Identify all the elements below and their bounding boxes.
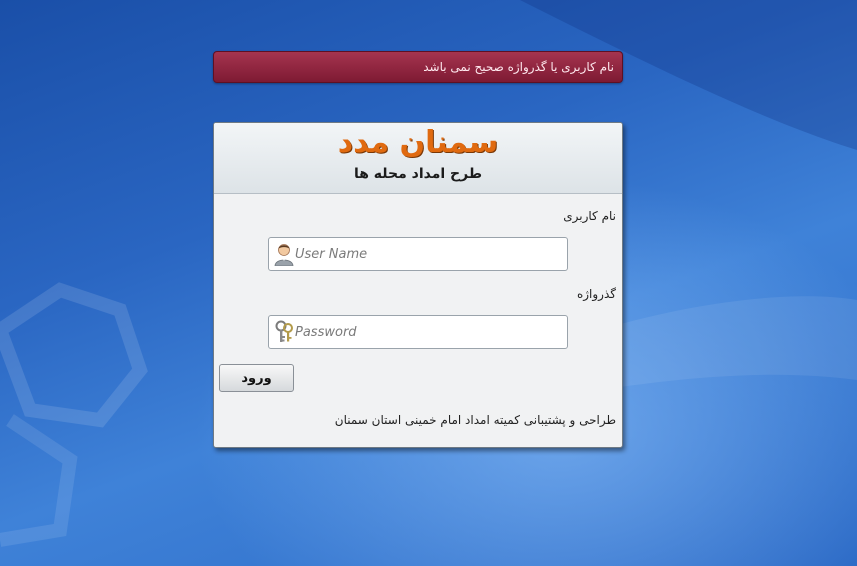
error-message-bar: نام کاربری یا گذرواژه صحیح نمی باشد: [213, 51, 623, 83]
username-field[interactable]: [268, 237, 568, 271]
keys-icon: [275, 320, 293, 342]
password-input[interactable]: [295, 316, 561, 348]
user-icon: [274, 244, 294, 266]
page-title: طرح امداد محله ها: [353, 166, 483, 182]
login-panel: سمنان مدد طرح امداد محله ها نام کاربری گ…: [213, 122, 623, 448]
logo: سمنان مدد: [337, 125, 499, 160]
error-message-text: نام کاربری یا گذرواژه صحیح نمی باشد: [423, 60, 614, 74]
password-label: گذرواژه: [576, 287, 616, 301]
password-field[interactable]: [268, 315, 568, 349]
login-button[interactable]: ورود: [219, 364, 294, 392]
username-label: نام کاربری: [563, 209, 616, 223]
footer-credit: طراحی و پشتیبانی کمیته امداد امام خمینی …: [334, 413, 616, 427]
panel-header: سمنان مدد طرح امداد محله ها: [214, 123, 622, 194]
username-input[interactable]: [295, 238, 561, 270]
